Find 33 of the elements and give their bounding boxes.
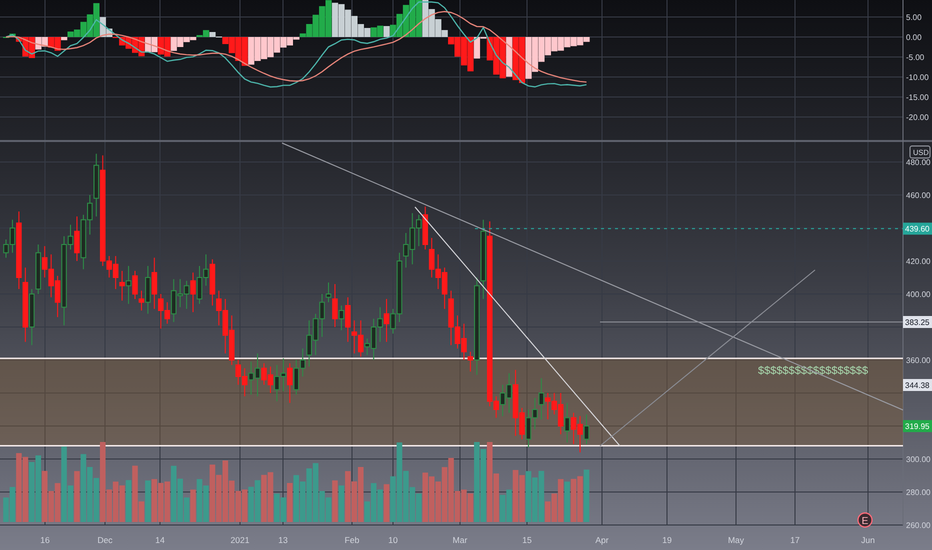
axis-label: 260.00 <box>906 521 930 530</box>
axis-label: 420.00 <box>906 257 930 266</box>
axis-label: -5.00 <box>906 53 924 62</box>
axis-label: -15.00 <box>906 93 929 102</box>
axis-label: -20.00 <box>906 113 929 122</box>
time-label: Jun <box>861 535 875 545</box>
time-label: Apr <box>595 535 609 545</box>
axis-label: 480.00 <box>906 158 930 167</box>
time-label: Feb <box>344 535 360 545</box>
axis-label: 400.00 <box>906 290 930 299</box>
axis-label: -10.00 <box>906 73 929 82</box>
axis-label: 460.00 <box>906 191 930 200</box>
price-label: 319.95 <box>903 420 932 432</box>
axis-label: 0.00 <box>906 33 922 42</box>
time-label: 13 <box>278 535 288 545</box>
time-label: 14 <box>155 535 165 545</box>
axis-label: 300.00 <box>906 455 930 464</box>
time-label: 16 <box>40 535 50 545</box>
price-label: 439.60 <box>903 222 932 235</box>
earnings-marker[interactable]: E <box>857 512 873 528</box>
time-label: 2021 <box>230 535 250 545</box>
price-label: 383.25 <box>903 316 932 328</box>
time-label: 19 <box>662 535 672 545</box>
time-label: Mar <box>452 535 468 545</box>
time-label: 10 <box>388 535 398 545</box>
axis-label: 360.00 <box>906 356 930 365</box>
time-label: Dec <box>97 535 113 545</box>
time-label: May <box>728 535 744 545</box>
time-label: 15 <box>522 535 532 545</box>
axis-label: 5.00 <box>906 13 922 22</box>
price-label: 344.38 <box>903 379 932 391</box>
axis-label: 280.00 <box>906 488 930 497</box>
time-label: 17 <box>790 535 800 545</box>
